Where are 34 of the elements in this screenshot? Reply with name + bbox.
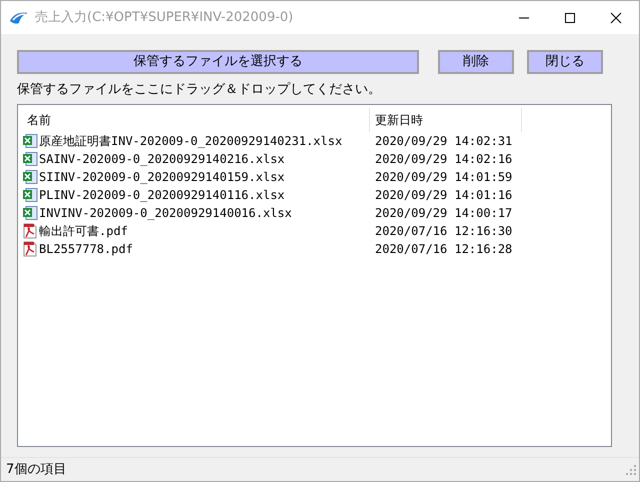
file-name[interactable]: BL2557778.pdf: [39, 240, 133, 258]
spreadsheet-file-icon: [22, 132, 38, 148]
column-header[interactable]: 名前: [22, 108, 370, 132]
file-list[interactable]: [17, 104, 612, 447]
drop-hint: 保管するファイルをここにドラッグ＆ドロップしてください。: [17, 81, 382, 99]
modified-time: 2020/09/29 14:01:16: [374, 186, 512, 204]
file-name[interactable]: SIINV-202009-0_20200929140159.xlsx: [39, 168, 285, 186]
spreadsheet-file-icon: [22, 168, 38, 184]
modified-time: 2020/09/29 14:01:59: [374, 168, 512, 186]
spreadsheet-file-icon: [22, 186, 38, 202]
file-name[interactable]: INVINV-202009-0_20200929140016.xlsx: [39, 204, 292, 222]
resize-grip-icon: [626, 464, 636, 474]
modified-time: 2020/07/16 12:16:30: [374, 222, 512, 240]
modified-time: 2020/09/29 14:00:17: [374, 204, 512, 222]
status-text: 7個の項目: [6, 460, 66, 479]
maximize-icon: [564, 12, 576, 24]
file-name[interactable]: SAINV-202009-0_20200929140216.xlsx: [39, 150, 285, 168]
spreadsheet-file-icon: [22, 204, 38, 220]
spreadsheet-file-icon: [22, 150, 38, 166]
app-icon: [9, 10, 29, 24]
pdf-file-icon: [22, 240, 38, 256]
modified-time: 2020/07/16 12:16:28: [374, 240, 512, 258]
file-name[interactable]: 輸出許可書.pdf: [39, 222, 128, 240]
file-name[interactable]: PLINV-202009-0_20200929140116.xlsx: [39, 186, 285, 204]
close-icon: [610, 12, 622, 24]
window-title: 売上入力(C:¥OPT¥SUPER¥INV-202009-0): [35, 8, 294, 27]
column-header[interactable]: 更新日時: [370, 108, 522, 132]
pdf-file-icon: [22, 222, 38, 238]
action-button[interactable]: 閉じる: [527, 50, 603, 74]
select-file-button[interactable]: 保管するファイルを選択する: [17, 50, 419, 74]
file-name[interactable]: 原産地証明書INV-202009-0_20200929140231.xlsx: [39, 132, 342, 150]
modified-time: 2020/09/29 14:02:16: [374, 150, 512, 168]
modified-time: 2020/09/29 14:02:31: [374, 132, 512, 150]
action-button[interactable]: 削除: [438, 50, 514, 74]
